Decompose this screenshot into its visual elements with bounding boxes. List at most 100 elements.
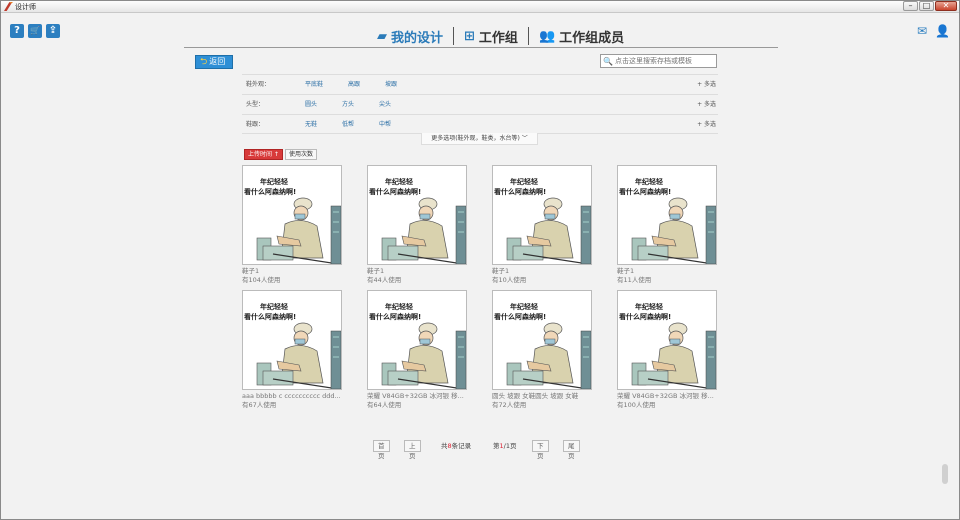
- design-card[interactable]: 年纪轻轻 看什么阿森纳啊! 鞋子1 有104人使用: [242, 165, 342, 285]
- multi-select-button[interactable]: + 多选: [697, 115, 716, 135]
- search-input[interactable]: [614, 57, 715, 65]
- next-page-button[interactable]: 下页: [532, 440, 549, 460]
- user-icon[interactable]: 👤: [935, 25, 950, 37]
- worker-illustration: [243, 291, 341, 389]
- worker-illustration: [243, 166, 341, 264]
- filter-option[interactable]: 平底鞋: [305, 75, 323, 95]
- design-card[interactable]: 年纪轻轻 看什么阿森纳啊! 荣耀 V84GB+32GB 冰河银 移... 有64…: [367, 290, 467, 410]
- last-page-button[interactable]: 尾页: [563, 440, 580, 460]
- nav-divider: [184, 47, 778, 48]
- usage-count: 有100人使用: [617, 401, 656, 409]
- thumbnail-caption-line1: 年纪轻轻: [385, 303, 413, 311]
- cart-icon[interactable]: 🛒: [28, 24, 42, 38]
- thumbnail-caption-line1: 年纪轻轻: [260, 303, 288, 311]
- minimize-button[interactable]: –: [903, 1, 918, 11]
- filter-label: 鞋跟：: [246, 121, 265, 128]
- design-name[interactable]: 荣耀 V84GB+32GB 冰河银 移...: [367, 392, 467, 401]
- filter-label: 头型：: [246, 101, 265, 108]
- tab-my-designs[interactable]: ▰ 我的设计: [367, 26, 453, 46]
- thumbnail-caption-line2: 看什么阿森纳啊!: [244, 313, 297, 321]
- design-name[interactable]: 鞋子1: [242, 267, 342, 276]
- usage-count: 有72人使用: [492, 401, 527, 409]
- first-page-button[interactable]: 首页: [373, 440, 390, 460]
- design-thumbnail[interactable]: 年纪轻轻 看什么阿森纳啊!: [242, 165, 342, 265]
- thumbnail-caption-line2: 看什么阿森纳啊!: [244, 188, 297, 196]
- sort-by-upload-time[interactable]: 上传时间 ↑: [244, 149, 283, 160]
- upload-icon[interactable]: ⇪: [46, 24, 60, 38]
- design-name[interactable]: 圆头 坡跟 女鞋圆头 坡跟 女鞋: [492, 392, 592, 401]
- page-indicator: 第1/1页: [493, 440, 516, 452]
- design-thumbnail[interactable]: 年纪轻轻 看什么阿森纳啊!: [367, 290, 467, 390]
- design-thumbnail[interactable]: 年纪轻轻 看什么阿森纳啊!: [492, 165, 592, 265]
- filter-label: 鞋外观：: [246, 81, 271, 88]
- design-thumbnail[interactable]: 年纪轻轻 看什么阿森纳啊!: [492, 290, 592, 390]
- more-options-toggle[interactable]: 更多选项(鞋外观，鞋类，水台等) ﹀: [421, 133, 538, 145]
- filter-option[interactable]: 圆头: [305, 95, 317, 115]
- filter-option[interactable]: 低帮: [342, 115, 354, 135]
- help-icon[interactable]: ?: [10, 24, 24, 38]
- tab-label: 我的设计: [391, 30, 444, 46]
- design-card[interactable]: 年纪轻轻 看什么阿森纳啊! aaa bbbbb c cccccccccc ddd…: [242, 290, 342, 410]
- worker-illustration: [618, 166, 716, 264]
- multi-select-button[interactable]: + 多选: [697, 75, 716, 95]
- thumbnail-caption-line1: 年纪轻轻: [510, 178, 538, 186]
- design-name[interactable]: 荣耀 V84GB+32GB 冰河银 移...: [617, 392, 717, 401]
- thumbnail-caption-line1: 年纪轻轻: [260, 178, 288, 186]
- back-arrow-icon: ⮌: [200, 57, 208, 67]
- tab-workgroup[interactable]: ⊞ 工作组: [454, 26, 528, 46]
- filter-option[interactable]: 方头: [342, 95, 354, 115]
- right-toolbar: ✉ 👤: [915, 25, 950, 37]
- tab-workgroup-members[interactable]: 👥 工作组成员: [529, 26, 634, 46]
- org-chart-icon: ⊞: [464, 28, 475, 44]
- usage-count: 有44人使用: [367, 276, 402, 284]
- usage-count: 有67人使用: [242, 401, 277, 409]
- usage-count: 有104人使用: [242, 276, 281, 284]
- design-thumbnail[interactable]: 年纪轻轻 看什么阿森纳啊!: [367, 165, 467, 265]
- worker-illustration: [493, 166, 591, 264]
- design-name[interactable]: aaa bbbbb c cccccccccc ddd...: [242, 392, 342, 401]
- design-name[interactable]: 鞋子1: [492, 267, 592, 276]
- design-card[interactable]: 年纪轻轻 看什么阿森纳啊! 圆头 坡跟 女鞋圆头 坡跟 女鞋 有72人使用: [492, 290, 592, 410]
- design-card[interactable]: 年纪轻轻 看什么阿森纳啊! 鞋子1 有10人使用: [492, 165, 592, 285]
- thumbnail-caption-line1: 年纪轻轻: [385, 178, 413, 186]
- record-count: 共8条记录: [441, 440, 471, 452]
- multi-select-button[interactable]: + 多选: [697, 95, 716, 115]
- usage-count: 有64人使用: [367, 401, 402, 409]
- app-logo-icon: [4, 2, 13, 11]
- filter-option[interactable]: 坡跟: [385, 75, 397, 95]
- window-title: 设计师: [15, 3, 36, 11]
- design-thumbnail[interactable]: 年纪轻轻 看什么阿森纳啊!: [617, 165, 717, 265]
- design-thumbnail[interactable]: 年纪轻轻 看什么阿森纳啊!: [242, 290, 342, 390]
- close-button[interactable]: ✕: [935, 1, 957, 11]
- left-toolbar: ? 🛒 ⇪: [10, 24, 60, 38]
- thumbnail-caption-line2: 看什么阿森纳啊!: [619, 188, 672, 196]
- thumbnail-caption-line1: 年纪轻轻: [510, 303, 538, 311]
- design-card[interactable]: 年纪轻轻 看什么阿森纳啊! 鞋子1 有44人使用: [367, 165, 467, 285]
- filter-option[interactable]: 中帮: [379, 115, 391, 135]
- design-name[interactable]: 鞋子1: [367, 267, 467, 276]
- tab-label: 工作组: [478, 30, 518, 46]
- filter-option[interactable]: 尖头: [379, 95, 391, 115]
- folder-icon: ▰: [377, 28, 387, 44]
- scrollbar-thumb[interactable]: [942, 464, 948, 484]
- filter-option[interactable]: 高跟: [348, 75, 360, 95]
- tab-label: 工作组成员: [559, 30, 625, 46]
- worker-illustration: [368, 291, 466, 389]
- worker-illustration: [618, 291, 716, 389]
- thumbnail-caption-line1: 年纪轻轻: [635, 303, 663, 311]
- filter-option[interactable]: 无鞋: [305, 115, 317, 135]
- mail-icon[interactable]: ✉: [915, 25, 929, 37]
- design-card[interactable]: 年纪轻轻 看什么阿森纳啊! 荣耀 V84GB+32GB 冰河银 移... 有10…: [617, 290, 717, 410]
- window-controls: – □ ✕: [903, 1, 957, 11]
- maximize-button[interactable]: □: [919, 1, 934, 11]
- thumbnail-caption-line2: 看什么阿森纳啊!: [369, 188, 422, 196]
- sort-by-usage[interactable]: 使用次数: [284, 149, 317, 160]
- back-button[interactable]: ⮌ 返回: [195, 55, 233, 69]
- design-name[interactable]: 鞋子1: [617, 267, 717, 276]
- design-card[interactable]: 年纪轻轻 看什么阿森纳啊! 鞋子1 有11人使用: [617, 165, 717, 285]
- usage-count: 有11人使用: [617, 276, 652, 284]
- prev-page-button[interactable]: 上页: [404, 440, 421, 460]
- search-icon: 🔍: [603, 56, 613, 66]
- usage-count: 有10人使用: [492, 276, 527, 284]
- design-thumbnail[interactable]: 年纪轻轻 看什么阿森纳啊!: [617, 290, 717, 390]
